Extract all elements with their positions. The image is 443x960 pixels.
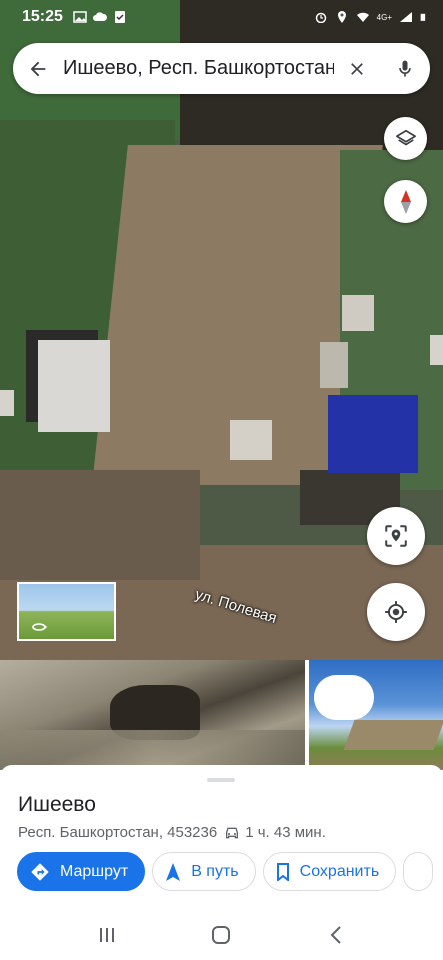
drive-time: 1 ч. 43 мин.: [245, 824, 326, 841]
car-icon: [226, 827, 239, 838]
satellite-map[interactable]: [0, 0, 443, 660]
street-view-360-icon: [32, 623, 48, 631]
signal-icon: [400, 12, 412, 22]
save-button[interactable]: Сохранить: [262, 852, 397, 891]
place-photo-rocks[interactable]: [0, 660, 305, 770]
directions-icon: [31, 862, 49, 881]
recent-apps-icon: [100, 928, 115, 942]
directions-label: Маршрут: [60, 862, 129, 880]
cloud-icon: [92, 12, 107, 21]
home-icon: [212, 926, 231, 944]
save-label: Сохранить: [299, 862, 380, 880]
wifi-icon: [356, 12, 369, 22]
search-query[interactable]: Ишеево, Респ. Башкортостан: [63, 57, 334, 80]
back-nav-button[interactable]: [316, 915, 356, 955]
voice-search-button[interactable]: [380, 43, 430, 94]
compass-icon: [400, 189, 411, 214]
search-bar[interactable]: Ишеево, Респ. Башкортостан: [13, 43, 430, 94]
place-photo-sky[interactable]: [309, 660, 443, 770]
compass-button[interactable]: [384, 180, 427, 223]
chevron-left-icon: [330, 926, 341, 944]
my-location-icon: [385, 601, 407, 623]
clear-search-button[interactable]: [334, 43, 380, 94]
back-button[interactable]: [13, 43, 63, 94]
explore-nearby-button[interactable]: [367, 507, 425, 565]
home-button[interactable]: [201, 915, 241, 955]
more-actions-chip[interactable]: [403, 852, 434, 891]
recent-apps-button[interactable]: [87, 915, 127, 955]
system-navigation-bar: [0, 910, 443, 960]
status-time: 15:25: [22, 8, 63, 25]
close-icon: [351, 62, 363, 75]
field-southwest: [0, 470, 200, 580]
building-white-roof: [38, 340, 110, 432]
mic-icon: [399, 60, 411, 76]
checkbox-notification-icon: [114, 11, 125, 23]
battery-icon: [420, 13, 426, 21]
directions-button[interactable]: Маршрут: [17, 852, 146, 891]
location-pin-icon: [337, 11, 346, 23]
network-type: 4G+: [376, 12, 392, 22]
bookmark-icon: [276, 862, 289, 881]
building-shed: [342, 295, 374, 331]
place-subtitle: Респ. Башкортостан, 453236 1 ч. 43 мин.: [18, 824, 326, 841]
start-navigation-button[interactable]: В путь: [152, 852, 256, 891]
building-shed-2: [320, 342, 348, 388]
place-title: Ишеево: [18, 793, 96, 816]
layers-icon: [395, 129, 416, 145]
status-bar: 15:25 4G+: [0, 0, 443, 34]
location-scan-icon: [385, 525, 407, 547]
street-view-thumbnail[interactable]: [17, 582, 116, 641]
place-address: Респ. Башкортостан, 453236: [18, 824, 218, 841]
photo-strip: [0, 660, 443, 770]
arrow-back-icon: [30, 61, 46, 76]
building-edge: [430, 335, 443, 365]
drag-handle[interactable]: [207, 778, 235, 782]
alarm-icon: [315, 12, 326, 23]
place-bottom-sheet[interactable]: Ишеево Респ. Башкортостан, 453236 1 ч. 4…: [0, 765, 443, 910]
building-left-edge: [0, 390, 14, 416]
action-chips: Маршрут В путь Сохранить: [17, 852, 434, 891]
start-navigation-label: В путь: [191, 862, 239, 880]
building-blue-roof: [328, 395, 418, 473]
navigation-arrow-icon: [166, 862, 181, 881]
gallery-icon: [73, 11, 87, 23]
my-location-button[interactable]: [367, 583, 425, 641]
building-small: [230, 420, 272, 460]
layers-button[interactable]: [384, 117, 427, 160]
